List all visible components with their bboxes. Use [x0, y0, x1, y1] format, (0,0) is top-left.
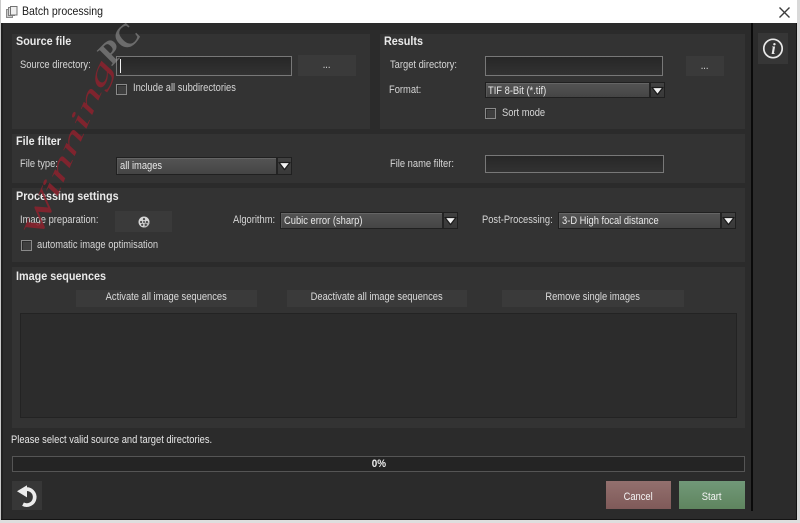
svg-text:i: i: [771, 41, 776, 58]
